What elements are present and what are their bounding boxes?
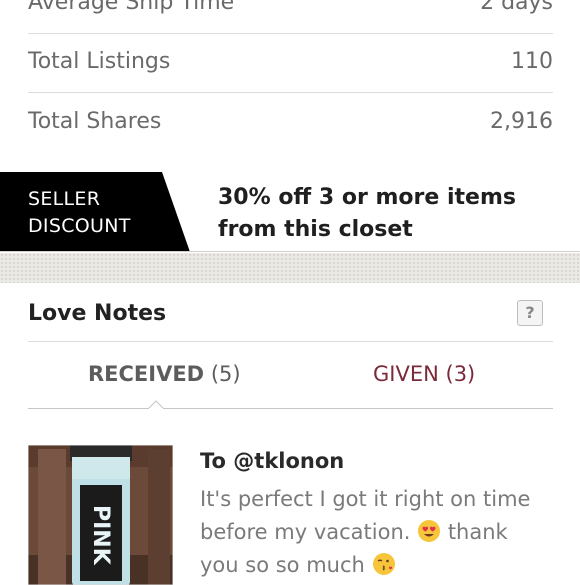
note-message: It's perfect I got it right on time befo… xyxy=(200,483,550,582)
stat-value: 2 days xyxy=(480,0,553,15)
tab-count: (3) xyxy=(445,362,476,386)
listing-thumbnail[interactable]: PINK xyxy=(28,445,173,585)
badge-line-1: SELLER xyxy=(28,188,101,210)
heart-eyes-emoji-icon xyxy=(418,520,441,542)
badge-line-2: DISCOUNT xyxy=(28,215,131,237)
note-recipient: To @tklonon xyxy=(200,449,345,473)
stat-row-total-shares: Total Shares 2,916 xyxy=(28,92,553,152)
stat-label: Total Shares xyxy=(28,109,162,134)
kiss-emoji-icon xyxy=(372,553,395,575)
stat-row-total-listings: Total Listings 110 xyxy=(28,32,553,93)
active-tab-caret-icon xyxy=(148,400,164,409)
sock-product-image: PINK xyxy=(28,445,173,585)
tab-label: RECEIVED xyxy=(88,362,205,386)
seller-discount-banner: SELLER DISCOUNT 30% off 3 or more items … xyxy=(0,172,580,252)
divider xyxy=(0,251,580,252)
brand-logo: PINK xyxy=(88,505,113,566)
tab-label: GIVEN xyxy=(373,362,439,386)
tab-given[interactable]: GIVEN (3) xyxy=(373,362,475,386)
stat-label: Total Listings xyxy=(28,49,171,74)
help-button[interactable]: ? xyxy=(517,300,543,326)
help-icon: ? xyxy=(525,303,535,322)
discount-offer-text: 30% off 3 or more items from this closet xyxy=(218,185,516,242)
tab-count: (5) xyxy=(210,362,241,386)
stat-value: 2,916 xyxy=(490,109,553,134)
love-note-item[interactable]: PINK To @tklonon It's perfect I got it r… xyxy=(28,445,553,585)
seller-discount-badge: SELLER DISCOUNT xyxy=(0,172,190,252)
tab-received[interactable]: RECEIVED (5) xyxy=(88,362,241,386)
section-separator xyxy=(0,253,580,283)
love-notes-header: Love Notes ? xyxy=(28,283,553,342)
stat-value: 110 xyxy=(511,49,553,74)
badge-text: SELLER DISCOUNT xyxy=(28,186,131,240)
stat-row-average-ship-time: Average Ship Time 2 days xyxy=(28,0,553,34)
love-notes-tabs: RECEIVED (5) GIVEN (3) xyxy=(28,342,553,409)
stat-label: Average Ship Time xyxy=(28,0,235,15)
section-title: Love Notes xyxy=(28,301,167,326)
